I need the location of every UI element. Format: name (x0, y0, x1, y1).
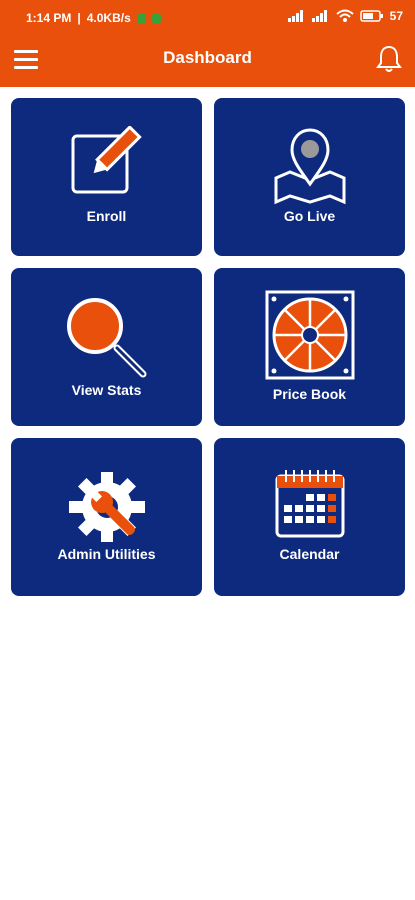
app-bar: Dashboard (0, 36, 415, 87)
go-live-label: Go Live (283, 208, 336, 224)
notification-icon (136, 13, 146, 23)
wrench-gear-icon (68, 472, 145, 542)
top-bar: 1:14 PM | 4.0KB/s 57 Dashboard (0, 0, 415, 87)
map-pin-icon (274, 128, 345, 205)
signal-icon-2 (311, 10, 327, 22)
price-book-label: Price Book (272, 386, 347, 402)
battery-icon (359, 10, 383, 22)
fan-icon (265, 290, 354, 380)
go-live-tile[interactable]: Go Live (214, 98, 405, 256)
battery-level: 57 (389, 9, 403, 23)
calendar-tile[interactable]: Calendar (214, 438, 405, 596)
admin-utilities-tile[interactable]: Admin Utilities (11, 438, 202, 596)
status-network-speed: 4.0KB/s (86, 11, 131, 25)
edit-icon (71, 126, 142, 194)
enroll-label: Enroll (86, 208, 127, 224)
page-title: Dashboard (163, 48, 252, 67)
price-book-tile[interactable]: Price Book (214, 268, 405, 426)
calendar-label: Calendar (279, 546, 340, 562)
dashboard-grid: Enroll Go Live View Stats Price Book Adm… (11, 98, 405, 596)
notification-icon-2 (151, 13, 161, 23)
bell-icon[interactable] (375, 44, 403, 74)
view-stats-tile[interactable]: View Stats (11, 268, 202, 426)
status-bar: 1:14 PM | 4.0KB/s 57 (26, 9, 403, 25)
signal-icon (287, 10, 303, 22)
admin-utilities-label: Admin Utilities (57, 546, 156, 562)
wifi-icon (335, 9, 354, 22)
status-time: 1:14 PM (26, 11, 72, 25)
enroll-tile[interactable]: Enroll (11, 98, 202, 256)
view-stats-label: View Stats (71, 382, 142, 398)
magnifier-icon (66, 298, 146, 378)
calendar-icon (275, 470, 344, 538)
